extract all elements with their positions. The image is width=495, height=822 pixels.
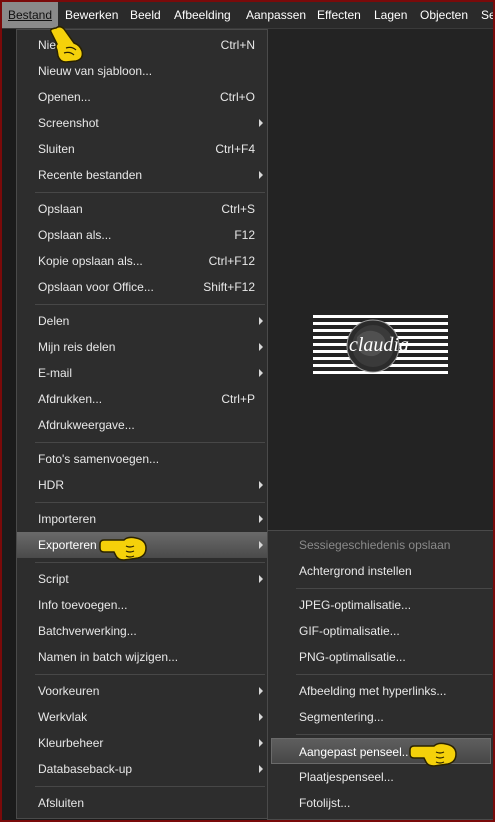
submenu-arrow-icon bbox=[259, 171, 263, 179]
submenu-arrow-icon bbox=[259, 687, 263, 695]
file-menu: Nieuw Ctrl+N Nieuw van sjabloon... Openen… bbox=[16, 29, 268, 819]
menu-item-recente-bestanden[interactable]: Recente bestanden bbox=[17, 162, 267, 188]
submenu-arrow-icon bbox=[259, 515, 263, 523]
watermark-logo: claudia bbox=[313, 315, 448, 374]
menu-item-info-toevoegen[interactable]: Info toevoegen... bbox=[17, 592, 267, 618]
menu-separator bbox=[35, 674, 265, 675]
menu-afbeelding[interactable]: Afbeelding bbox=[168, 2, 237, 28]
menu-lagen[interactable]: Lagen bbox=[368, 2, 413, 28]
submenu-item-achtergrond-instellen[interactable]: Achtergrond instellen bbox=[268, 558, 493, 584]
watermark-text: claudia bbox=[349, 334, 409, 356]
submenu-item-segmentering[interactable]: Segmentering... bbox=[268, 704, 493, 730]
menu-beeld[interactable]: Beeld bbox=[124, 2, 167, 28]
menu-effecten[interactable]: Effecten bbox=[311, 2, 367, 28]
menu-separator bbox=[296, 674, 492, 675]
menu-separator bbox=[35, 502, 265, 503]
menu-separator bbox=[35, 786, 265, 787]
menu-separator bbox=[296, 588, 492, 589]
menu-selecties[interactable]: Se bbox=[475, 2, 493, 28]
submenu-item-fotolijst[interactable]: Fotolijst... bbox=[268, 790, 493, 816]
submenu-item-afbeelding-met-hyperlinks[interactable]: Afbeelding met hyperlinks... bbox=[268, 678, 493, 704]
menu-item-batchverwerking[interactable]: Batchverwerking... bbox=[17, 618, 267, 644]
menu-item-delen[interactable]: Delen bbox=[17, 308, 267, 334]
menu-separator bbox=[35, 442, 265, 443]
submenu-item-sessiegeschiedenis-opslaan: Sessiegeschiedenis opslaan bbox=[299, 538, 451, 552]
menu-item-importeren[interactable]: Importeren bbox=[17, 506, 267, 532]
menu-item-kleurbeheer[interactable]: Kleurbeheer bbox=[17, 730, 267, 756]
menu-item-afdrukweergave[interactable]: Afdrukweergave... bbox=[17, 412, 267, 438]
submenu-arrow-icon bbox=[259, 575, 263, 583]
menu-separator bbox=[35, 192, 265, 193]
submenu-arrow-icon bbox=[259, 369, 263, 377]
pointing-hand-icon bbox=[409, 742, 457, 767]
menu-item-werkvlak[interactable]: Werkvlak bbox=[17, 704, 267, 730]
submenu-item-jpeg-optimalisatie[interactable]: JPEG-optimalisatie... bbox=[268, 592, 493, 618]
menu-separator bbox=[296, 734, 492, 735]
menu-item-hdr[interactable]: HDR bbox=[17, 472, 267, 498]
submenu-arrow-icon bbox=[259, 713, 263, 721]
menu-item-opslaan-als[interactable]: Opslaan als... F12 bbox=[17, 222, 267, 248]
menu-aanpassen[interactable]: Aanpassen bbox=[240, 2, 312, 28]
submenu-item-aangepast-penseel[interactable]: Aangepast penseel... bbox=[271, 738, 491, 764]
menu-item-kopie-opslaan-als[interactable]: Kopie opslaan als... Ctrl+F12 bbox=[17, 248, 267, 274]
export-submenu: Sessiegeschiedenis opslaan Achtergrond i… bbox=[267, 530, 493, 820]
menu-item-afsluiten[interactable]: Afsluiten bbox=[17, 790, 267, 816]
submenu-item-plaatjespenseel[interactable]: Plaatjespenseel... bbox=[268, 764, 493, 790]
menu-item-mijn-reis-delen[interactable]: Mijn reis delen bbox=[17, 334, 267, 360]
submenu-arrow-icon bbox=[259, 119, 263, 127]
menu-item-screenshot[interactable]: Screenshot bbox=[17, 110, 267, 136]
menu-item-openen[interactable]: Openen... Ctrl+O bbox=[17, 84, 267, 110]
menu-item-email[interactable]: E-mail bbox=[17, 360, 267, 386]
menu-item-namen-in-batch-wijzigen[interactable]: Namen in batch wijzigen... bbox=[17, 644, 267, 670]
pointing-hand-icon bbox=[50, 25, 84, 63]
app-window: Bestand Bewerken Beeld Afbeelding Aanpas… bbox=[2, 2, 493, 820]
menu-separator bbox=[35, 562, 265, 563]
submenu-arrow-icon bbox=[259, 765, 263, 773]
submenu-item-png-optimalisatie[interactable]: PNG-optimalisatie... bbox=[268, 644, 493, 670]
menu-item-opslaan[interactable]: Opslaan Ctrl+S bbox=[17, 196, 267, 222]
menu-item-sluiten[interactable]: Sluiten Ctrl+F4 bbox=[17, 136, 267, 162]
submenu-arrow-icon bbox=[259, 541, 263, 549]
menu-separator bbox=[35, 304, 265, 305]
menu-item-afdrukken[interactable]: Afdrukken... Ctrl+P bbox=[17, 386, 267, 412]
submenu-arrow-icon bbox=[259, 317, 263, 325]
menu-item-voorkeuren[interactable]: Voorkeuren bbox=[17, 678, 267, 704]
pointing-hand-icon bbox=[99, 536, 147, 561]
submenu-item-gif-optimalisatie[interactable]: GIF-optimalisatie... bbox=[268, 618, 493, 644]
submenu-arrow-icon bbox=[259, 481, 263, 489]
submenu-arrow-icon bbox=[259, 739, 263, 747]
submenu-arrow-icon bbox=[259, 343, 263, 351]
menu-item-script[interactable]: Script bbox=[17, 566, 267, 592]
menu-item-opslaan-voor-office[interactable]: Opslaan voor Office... Shift+F12 bbox=[17, 274, 267, 300]
menu-item-databaseback-up[interactable]: Databaseback-up bbox=[17, 756, 267, 782]
menu-objecten[interactable]: Objecten bbox=[414, 2, 474, 28]
menu-item-fotos-samenvoegen[interactable]: Foto's samenvoegen... bbox=[17, 446, 267, 472]
